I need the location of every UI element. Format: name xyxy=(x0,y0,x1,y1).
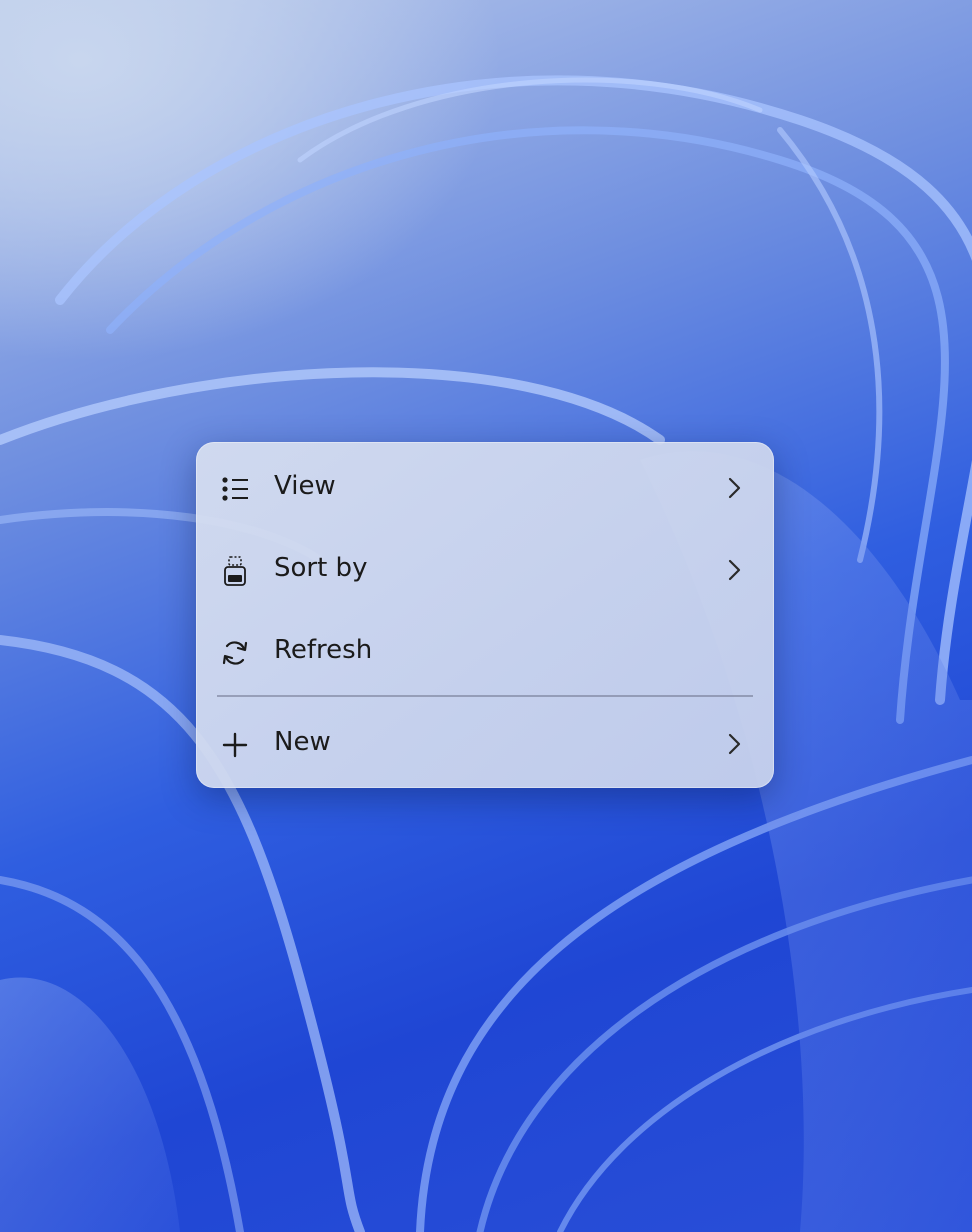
list-view-icon xyxy=(222,477,248,501)
menu-item-label: Refresh xyxy=(274,635,373,665)
menu-item-label: Sort by xyxy=(274,553,368,583)
menu-item-label: New xyxy=(274,727,331,757)
menu-divider xyxy=(217,695,753,697)
plus-icon xyxy=(222,732,248,758)
sort-icon xyxy=(224,556,246,586)
menu-item-view[interactable]: View xyxy=(206,450,764,522)
menu-item-new[interactable]: New xyxy=(206,706,764,778)
chevron-right-icon xyxy=(728,733,741,755)
chevron-right-icon xyxy=(728,559,741,581)
menu-item-refresh[interactable]: Refresh xyxy=(206,614,764,686)
desktop-context-menu: View Sort by Refresh New xyxy=(196,442,774,788)
chevron-right-icon xyxy=(728,477,741,499)
refresh-icon xyxy=(222,641,248,665)
menu-item-label: View xyxy=(274,471,336,501)
menu-item-sort-by[interactable]: Sort by xyxy=(206,532,764,604)
